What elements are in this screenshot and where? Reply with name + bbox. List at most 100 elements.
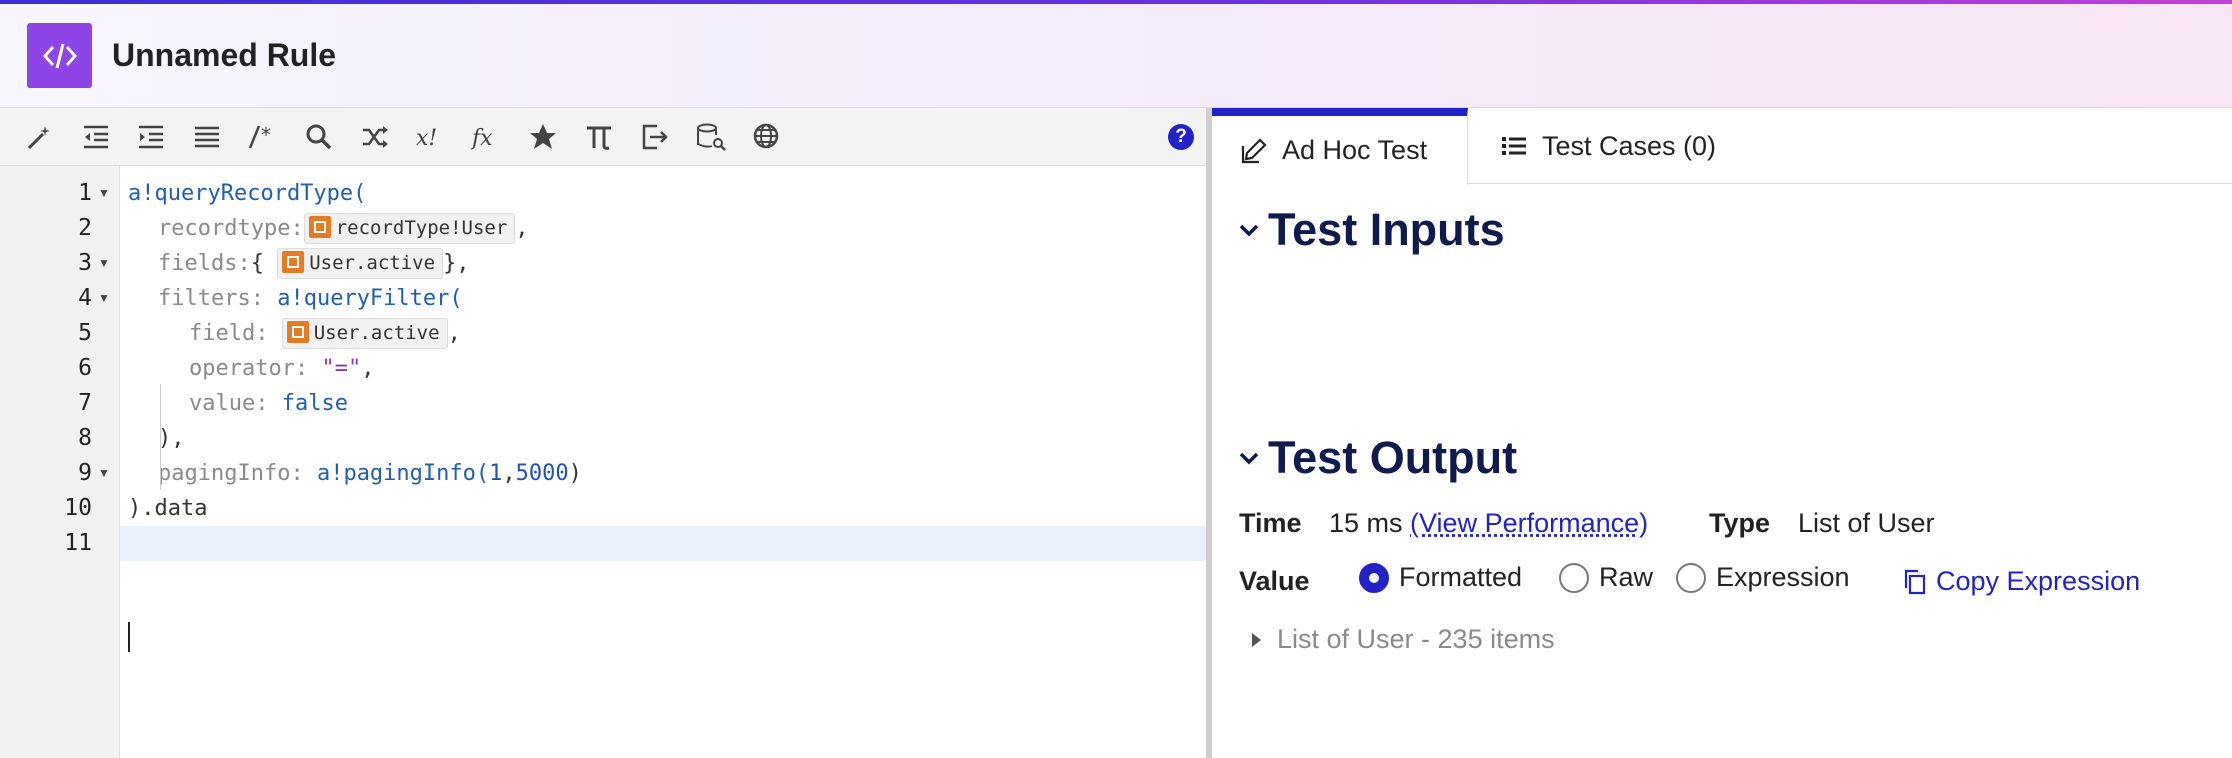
- code-line: filters: a!queryFilter(: [120, 281, 1206, 316]
- chip-label: User.active: [313, 322, 440, 344]
- outdent-icon[interactable]: [77, 118, 115, 156]
- line-number: 7: [78, 390, 92, 416]
- chevron-down-icon: [1239, 452, 1259, 465]
- text-cursor: [128, 622, 130, 652]
- number-literal: 1: [489, 461, 503, 486]
- radio-raw[interactable]: Raw: [1559, 562, 1653, 593]
- indent-guide: [160, 384, 161, 490]
- chip-label: recordType!User: [335, 217, 508, 239]
- radio-expression[interactable]: Expression: [1676, 562, 1850, 593]
- boolean-literal: false: [281, 391, 348, 416]
- pi-icon[interactable]: [580, 118, 618, 156]
- tab-label: Ad Hoc Test: [1282, 135, 1428, 165]
- code-line: a!queryRecordType(: [120, 176, 1206, 211]
- code-line: ).data: [120, 491, 1206, 526]
- tab-test-cases[interactable]: Test Cases (0): [1500, 108, 1716, 184]
- line-number-gutter: 1 ▼ 2 3 ▼ 4 ▼ 5 6 7 8 9 ▼ 10 11: [0, 166, 120, 758]
- number-literal: 5000: [515, 461, 569, 486]
- chevron-down-icon: [1239, 224, 1259, 237]
- line-number: 11: [64, 530, 92, 556]
- parameter-name: operator:: [189, 356, 309, 381]
- code-brackets-icon: [27, 23, 92, 88]
- indent-icon[interactable]: [132, 118, 170, 156]
- record-type-chip[interactable]: recordType!User: [303, 213, 516, 244]
- radio-selected-icon: [1359, 562, 1389, 593]
- tab-ad-hoc-test[interactable]: Ad Hoc Test: [1212, 108, 1468, 185]
- parameter-name: field:: [189, 321, 269, 346]
- shuffle-icon[interactable]: [356, 118, 394, 156]
- code-line: fields:{ User.active},: [120, 246, 1206, 281]
- code-area[interactable]: a!queryRecordType( recordtype: recordType…: [120, 166, 1206, 758]
- copy-expression-label: Copy Expression: [1936, 566, 2141, 596]
- svg-text:x!: x!: [416, 126, 437, 151]
- svg-text:fx: fx: [470, 126, 493, 151]
- line-number: 8: [78, 425, 92, 451]
- fold-arrow-icon[interactable]: ▼: [98, 281, 112, 316]
- chip-label: User.active: [309, 252, 436, 274]
- help-icon[interactable]: ?: [1168, 124, 1194, 150]
- radio-empty-icon: [1559, 562, 1589, 593]
- line-number: 10: [64, 495, 92, 521]
- tab-label: Test Cases (0): [1542, 130, 1717, 161]
- magic-wand-icon[interactable]: [21, 118, 59, 156]
- comment-icon[interactable]: *: [245, 118, 283, 156]
- active-code-line[interactable]: [120, 526, 1206, 561]
- record-field-icon: [286, 321, 309, 343]
- radio-label: Raw: [1599, 562, 1654, 592]
- time-value: 15 ms (View Performance): [1329, 508, 1648, 539]
- parameter-name: pagingInfo:: [158, 461, 304, 486]
- result-tree-item[interactable]: List of User - 235 items: [1252, 624, 1555, 655]
- edit-icon: [1240, 137, 1268, 165]
- globe-icon[interactable]: [748, 118, 786, 156]
- type-value: List of User: [1798, 508, 1935, 538]
- variable-icon[interactable]: x!: [412, 118, 450, 156]
- line-number: 2: [78, 215, 92, 241]
- search-icon[interactable]: [300, 118, 338, 156]
- record-field-icon: [282, 251, 305, 273]
- database-search-icon[interactable]: [692, 118, 730, 156]
- fold-arrow-icon[interactable]: ▼: [98, 456, 112, 491]
- function-call: a!queryRecordType(: [128, 181, 367, 206]
- type-label: Type: [1709, 508, 1771, 538]
- test-output-header[interactable]: Test Output: [1238, 432, 1517, 484]
- function-call: a!queryFilter(: [277, 286, 463, 311]
- function-icon[interactable]: fx: [468, 118, 506, 156]
- star-icon[interactable]: [524, 118, 562, 156]
- copy-icon: [1904, 569, 1926, 594]
- line-number: 1: [78, 180, 92, 206]
- section-title: Test Output: [1268, 432, 1518, 483]
- record-field-chip[interactable]: User.active: [277, 248, 444, 279]
- parameter-name: value:: [189, 391, 269, 416]
- fold-arrow-icon[interactable]: ▼: [98, 176, 112, 211]
- radio-label: Expression: [1716, 562, 1850, 592]
- radio-formatted[interactable]: Formatted: [1359, 562, 1522, 593]
- code-line: field: User.active,: [120, 316, 1206, 351]
- view-performance-link[interactable]: (View Performance): [1410, 508, 1648, 538]
- export-icon[interactable]: [636, 118, 674, 156]
- code-line: value: false: [120, 386, 1206, 421]
- time-label: Time: [1239, 508, 1302, 538]
- editor-toolbar: * x! fx ?: [0, 108, 1206, 166]
- record-field-chip[interactable]: User.active: [281, 318, 448, 349]
- fold-arrow-icon[interactable]: ▼: [98, 246, 112, 281]
- parameter-name: recordtype:: [158, 216, 304, 241]
- line-number: 5: [78, 320, 92, 346]
- radio-empty-icon: [1676, 562, 1706, 593]
- list-icon[interactable]: [188, 118, 226, 156]
- rule-title: Unnamed Rule: [112, 37, 337, 73]
- code-line: ),: [120, 421, 1206, 456]
- test-tabs: Ad Hoc Test Test Cases (0): [1212, 108, 2232, 185]
- string-literal: "=": [321, 356, 362, 381]
- copy-expression-link[interactable]: Copy Expression: [1902, 566, 2140, 597]
- code-text: ).data: [128, 496, 208, 521]
- function-call: a!pagingInfo(: [316, 461, 490, 486]
- parameter-name: filters:: [158, 286, 264, 311]
- line-number: 4: [78, 285, 92, 311]
- time-ms: 15 ms: [1329, 508, 1403, 538]
- code-line: operator: "=",: [189, 356, 375, 381]
- expression-editor: * x! fx ? 1 ▼ 2 3 ▼ 4 ▼ 5 6 7 8 9 ▼ 10 1…: [0, 108, 1206, 758]
- radio-label: Formatted: [1399, 562, 1523, 592]
- test-inputs-header[interactable]: Test Inputs: [1238, 204, 1505, 256]
- result-summary: List of User - 235 items: [1277, 624, 1555, 654]
- line-number: 6: [78, 355, 92, 381]
